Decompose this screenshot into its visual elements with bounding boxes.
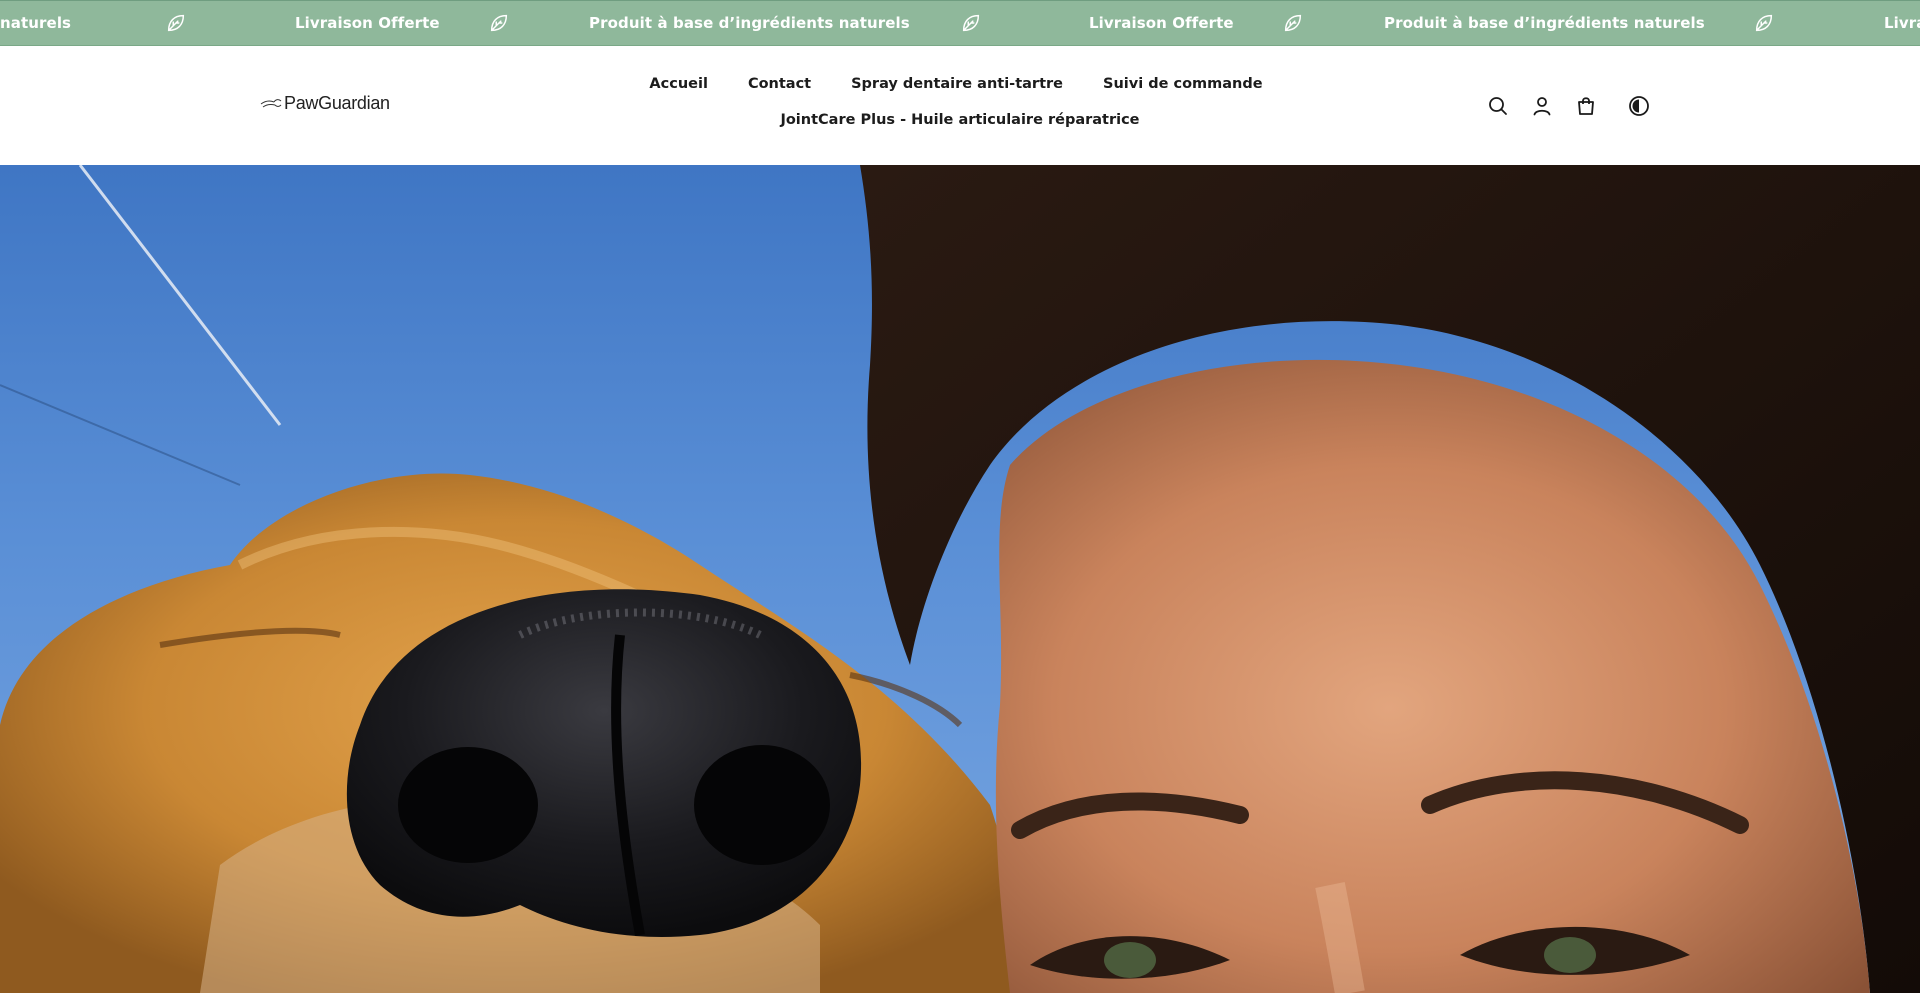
paw-wing-logo [260, 99, 282, 108]
leaf-icon [962, 14, 980, 32]
contrast-icon[interactable] [1627, 94, 1651, 118]
logo-text: PawGuardian [284, 92, 390, 113]
announcement-text: Produit à base d’ingrédients naturels [1384, 14, 1705, 32]
announcement-text: Produit à base d’ingrédients naturels [589, 14, 910, 32]
hero-banner [0, 165, 1920, 993]
account-icon[interactable] [1530, 94, 1554, 118]
hero-image [0, 165, 1920, 993]
announcement-text: Livraison Offerte [1089, 14, 1234, 32]
leaf-icon [1284, 14, 1302, 32]
leaf-icon [490, 14, 508, 32]
announcement-text: Livrai [1884, 14, 1920, 32]
leaf-icon [167, 14, 185, 32]
nav-link-contact[interactable]: Contact [728, 76, 831, 92]
site-header: PawGuardian Accueil Contact Spray dentai… [0, 46, 1920, 165]
cart-icon[interactable] [1574, 94, 1598, 118]
nav-link-jointcare[interactable]: JointCare Plus - Huile articulaire répar… [760, 112, 1159, 128]
announcement-text: Livraison Offerte [295, 14, 440, 32]
nav-link-suivi-commande[interactable]: Suivi de commande [1083, 76, 1283, 92]
nav-link-spray-dentaire[interactable]: Spray dentaire anti-tartre [831, 76, 1083, 92]
leaf-icon [1755, 14, 1773, 32]
search-icon[interactable] [1486, 94, 1510, 118]
announcement-text: naturels [0, 14, 72, 32]
nav-link-accueil[interactable]: Accueil [629, 76, 728, 92]
announcement-bar: naturels Livraison Offerte Produit à bas… [0, 0, 1920, 46]
